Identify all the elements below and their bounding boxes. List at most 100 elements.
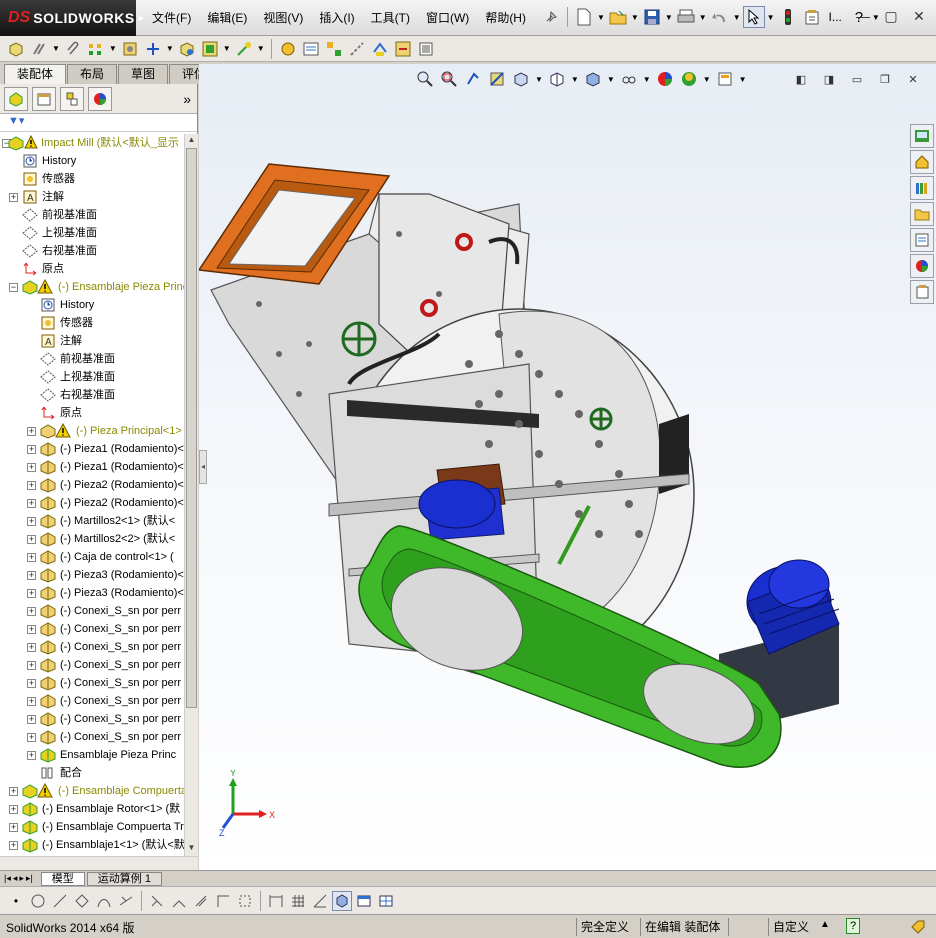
tree-row[interactable]: 前视基准面 — [0, 206, 184, 224]
expand-icon[interactable]: + — [9, 193, 18, 202]
expand-icon[interactable]: + — [27, 625, 36, 634]
save-dropdown-chevron-icon[interactable]: ▼ — [665, 13, 673, 22]
window-layout-icon[interactable] — [354, 891, 374, 911]
show-hidden-icon[interactable] — [177, 39, 197, 59]
new-dropdown-chevron-icon[interactable]: ▼ — [597, 13, 605, 22]
tree-row[interactable]: 前视基准面 — [0, 350, 184, 368]
tree-row[interactable]: 配合 — [0, 764, 184, 782]
tree-scrollbar[interactable]: ▲ ▼ — [184, 134, 198, 856]
tree-row[interactable]: 原点 — [0, 404, 184, 422]
viewport-restore-icon[interactable]: ❐ — [874, 70, 896, 90]
pin-icon[interactable] — [540, 6, 562, 28]
view-palette-icon[interactable] — [910, 228, 934, 252]
collapse-icon[interactable]: − — [9, 283, 18, 292]
move-component-icon[interactable] — [143, 39, 163, 59]
chevron-down-icon[interactable]: ▼ — [739, 75, 747, 84]
tab-scroll-prev-icon[interactable]: ◂ — [13, 873, 18, 884]
chevron-down-icon[interactable]: ▼ — [535, 75, 543, 84]
tree-row[interactable]: + (-) Pieza2 (Rodamiento)< — [0, 494, 184, 512]
tree-row[interactable]: History — [0, 152, 184, 170]
expand-icon[interactable]: + — [27, 481, 36, 490]
expand-icon[interactable]: + — [9, 823, 18, 832]
paperclip-icon[interactable] — [63, 39, 83, 59]
tree-row[interactable]: + (-) Conexi_S_sn por perr — [0, 692, 184, 710]
tab-scroll-last-icon[interactable]: ▸| — [26, 873, 33, 884]
undo-dropdown-chevron-icon[interactable]: ▼ — [733, 13, 741, 22]
dimension-icon[interactable] — [266, 891, 286, 911]
bill-of-materials-icon[interactable] — [301, 39, 321, 59]
menu-item[interactable]: 文件(F) — [144, 0, 199, 36]
corner-icon[interactable] — [213, 891, 233, 911]
mate-icon[interactable] — [29, 39, 49, 59]
tree-row[interactable]: − (-) Ensamblaje Pieza Princ — [0, 278, 184, 296]
tree-row[interactable]: + (-) Conexi_S_sn por perr — [0, 728, 184, 746]
scrollbar-thumb[interactable] — [186, 148, 197, 708]
expand-icon[interactable]: + — [9, 787, 18, 796]
select-dropdown-chevron-icon[interactable]: ▼ — [767, 13, 775, 22]
open-folder-icon[interactable] — [607, 6, 629, 28]
circle-icon[interactable] — [28, 891, 48, 911]
extend-icon[interactable] — [169, 891, 189, 911]
tree-row[interactable]: 右视基准面 — [0, 242, 184, 260]
graphics-viewport[interactable]: ▼ ▼ ▼ ▼ ▼ ▼ ◧ ◨ ▭ ❐ ✕ ◂ Y X Z — [199, 64, 936, 870]
expand-icon[interactable]: + — [27, 427, 36, 436]
expand-icon[interactable]: + — [27, 715, 36, 724]
status-help-icon[interactable]: ? — [846, 918, 860, 934]
chevron-right-icon[interactable]: » — [183, 91, 191, 107]
dashed-rect-icon[interactable] — [235, 891, 255, 911]
tree-row[interactable]: + (-) Conexi_S_sn por perr — [0, 602, 184, 620]
solidworks-logo[interactable]: DS SOLIDWORKS ▸ — [0, 0, 144, 36]
line-icon[interactable] — [50, 891, 70, 911]
tree-row[interactable]: + (-) Conexi_S_sn por perr — [0, 638, 184, 656]
insert-component-icon[interactable] — [6, 39, 26, 59]
viewport-close-icon[interactable]: ✕ — [902, 70, 924, 90]
expand-icon[interactable]: + — [27, 463, 36, 472]
chevron-down-icon[interactable]: ▼ — [643, 75, 651, 84]
tree-row[interactable]: + (-) Ensamblaje1<1> (默认<默 — [0, 836, 184, 854]
close-icon[interactable]: ✕ — [908, 6, 930, 26]
chevron-down-icon[interactable]: ▼ — [703, 75, 711, 84]
chevron-down-icon[interactable]: ▼ — [223, 44, 231, 53]
dynamic-annotation-icon[interactable] — [511, 69, 531, 89]
restore-icon[interactable]: ▢ — [880, 6, 902, 26]
status-tag-icon[interactable] — [910, 919, 926, 938]
chevron-down-icon[interactable]: ▼ — [166, 44, 174, 53]
menu-item[interactable]: 帮助(H) — [477, 0, 534, 36]
tree-row[interactable]: 原点 — [0, 260, 184, 278]
smart-fasteners-icon[interactable] — [120, 39, 140, 59]
print-dropdown-chevron-icon[interactable]: ▼ — [699, 13, 707, 22]
tree-row[interactable]: + (-) Conexi_S_sn por perr — [0, 656, 184, 674]
expand-icon[interactable]: + — [27, 535, 36, 544]
previous-view-icon[interactable] — [463, 69, 483, 89]
open-dropdown-chevron-icon[interactable]: ▼ — [631, 13, 639, 22]
undo-icon[interactable] — [709, 6, 731, 28]
expand-icon[interactable]: + — [27, 517, 36, 526]
explode-line-sketch-icon[interactable] — [347, 39, 367, 59]
expand-icon[interactable]: + — [9, 841, 18, 850]
tree-row[interactable]: + (-) Pieza1 (Rodamiento)< — [0, 440, 184, 458]
configuration-manager-tab-icon[interactable] — [60, 86, 84, 111]
tile-windows-icon[interactable] — [376, 891, 396, 911]
tab-scroll-first-icon[interactable]: |◂ — [4, 873, 11, 884]
property-manager-tab-icon[interactable] — [32, 86, 56, 111]
print-icon[interactable] — [675, 6, 697, 28]
design-library-icon[interactable] — [910, 176, 934, 200]
tree-row[interactable]: + (-) Ensamblaje Compuerta Tr — [0, 818, 184, 836]
menu-item[interactable]: 插入(I) — [311, 0, 362, 36]
new-document-icon[interactable] — [573, 6, 595, 28]
expand-icon[interactable]: + — [27, 751, 36, 760]
chevron-down-icon[interactable]: ▼ — [52, 44, 60, 53]
tree-horizontal-scrollbar[interactable] — [0, 856, 198, 870]
bottom-tab[interactable]: 运动算例 1 — [86, 871, 162, 886]
rebuild-traffic-light-icon[interactable] — [777, 6, 799, 28]
select-cursor-icon[interactable] — [742, 6, 765, 28]
bottom-tab[interactable]: 模型 — [40, 871, 85, 886]
home-icon[interactable] — [910, 150, 934, 174]
units-dropdown-icon[interactable]: ▲ — [820, 919, 830, 930]
tree-row[interactable]: + (-) Ensamblaje Rotor<1> (默 — [0, 800, 184, 818]
status-units[interactable]: 自定义 — [768, 918, 809, 936]
zoom-to-fit-icon[interactable] — [415, 69, 435, 89]
tree-row[interactable]: + (-) Pieza3 (Rodamiento)< — [0, 566, 184, 584]
tile-left-icon[interactable]: ◧ — [790, 70, 812, 90]
viewport-minimize-icon[interactable]: ▭ — [846, 70, 868, 90]
